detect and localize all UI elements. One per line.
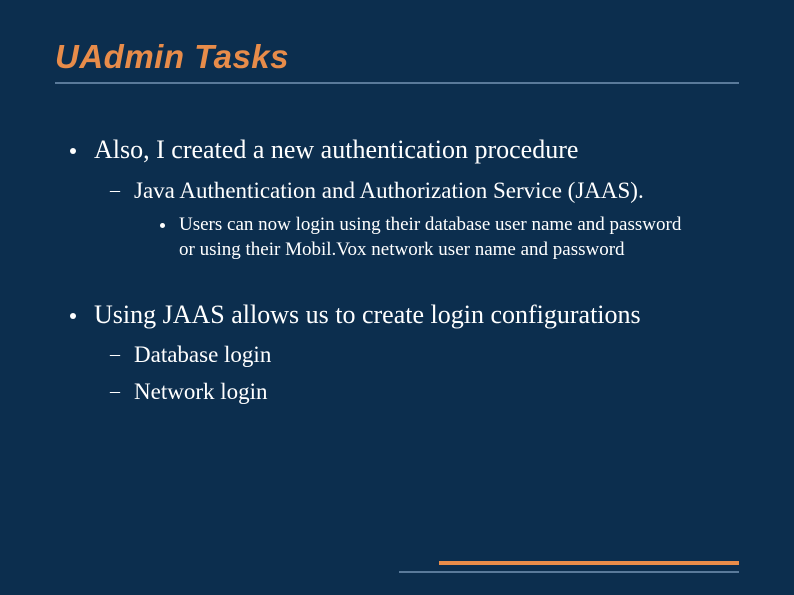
title-underline (55, 82, 739, 84)
bullet-text: Using JAAS allows us to create login con… (94, 299, 641, 332)
bullet-dot-icon (160, 223, 165, 228)
bullet-dot-icon (70, 313, 76, 319)
bullet-dash-icon: – (110, 179, 120, 202)
bullet-text: Java Authentication and Authorization Se… (134, 177, 644, 206)
bullet-level2: – Network login (110, 378, 739, 407)
bullet-dash-icon: – (110, 343, 120, 366)
bullet-text: Database login (134, 341, 271, 370)
bullet-text: Also, I created a new authentication pro… (94, 134, 578, 167)
bullet-dot-icon (70, 148, 76, 154)
slide-content: Also, I created a new authentication pro… (55, 134, 739, 407)
bullet-level1: Using JAAS allows us to create login con… (70, 299, 739, 332)
footer-line-accent (439, 561, 739, 565)
bullet-dash-icon: – (110, 380, 120, 403)
bullet-text: Network login (134, 378, 268, 407)
bullet-text: Users can now login using their database… (179, 213, 739, 262)
slide-title: UAdmin Tasks (55, 38, 739, 76)
bullet-level1: Also, I created a new authentication pro… (70, 134, 739, 167)
spacer (70, 271, 739, 299)
bullet-level2: – Java Authentication and Authorization … (110, 177, 739, 206)
slide: UAdmin Tasks Also, I created a new authe… (0, 0, 794, 595)
footer-decoration (399, 561, 739, 573)
bullet-level2: – Database login (110, 341, 739, 370)
footer-line-secondary (399, 571, 739, 573)
bullet-level3: Users can now login using their database… (160, 213, 739, 262)
